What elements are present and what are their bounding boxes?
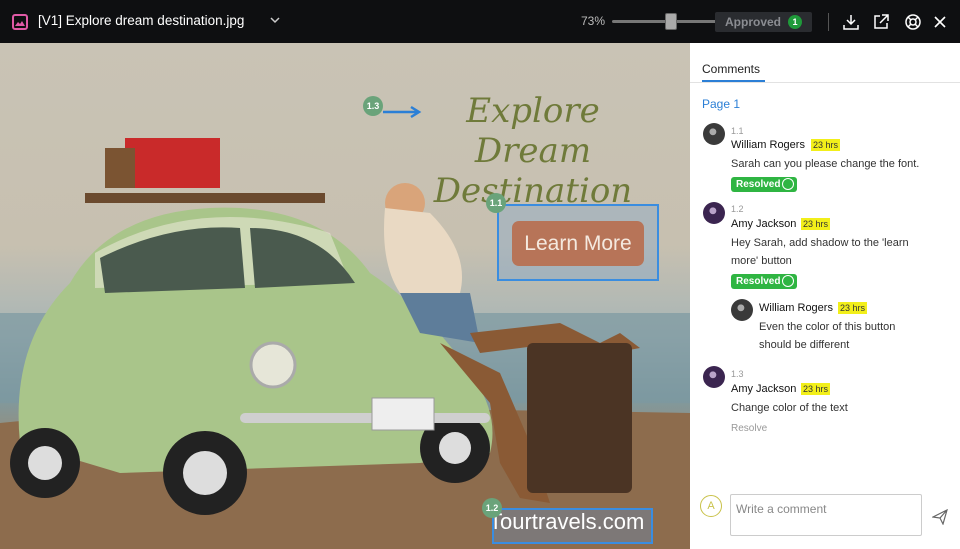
resolved-badge[interactable]: Resolved — [731, 274, 797, 289]
file-title[interactable]: [V1] Explore dream destination.jpg — [38, 13, 244, 28]
resolve-link[interactable]: Resolve — [731, 423, 767, 434]
check-circle-icon — [782, 275, 794, 287]
avatar — [703, 123, 725, 145]
status-label: Approved — [725, 15, 782, 29]
page-heading: Page 1 — [702, 97, 741, 111]
tab-comments[interactable]: Comments — [702, 62, 760, 76]
comment-author: Amy Jackson — [731, 383, 797, 395]
close-icon[interactable] — [931, 13, 949, 31]
comment-number: 1.3 — [731, 369, 744, 379]
comment-pin-1-3[interactable]: 1.3 — [363, 96, 383, 116]
comment-time: 23 hrs — [801, 383, 831, 395]
toolbar-divider — [828, 13, 829, 31]
canvas-headline: Explore Dream Destination — [433, 91, 633, 211]
comment-pin-1-2[interactable]: 1.2 — [482, 498, 502, 518]
avatar — [703, 366, 725, 388]
comment-number: 1.2 — [731, 204, 744, 214]
learn-more-design-button: Learn More — [512, 221, 644, 266]
image-preview[interactable]: Explore Dream Destination Learn More Tou… — [0, 43, 690, 549]
send-icon[interactable] — [931, 508, 948, 526]
current-user-avatar: A — [700, 495, 722, 517]
comment-time: 23 hrs — [801, 218, 831, 230]
avatar — [703, 202, 725, 224]
chevron-down-icon[interactable] — [268, 12, 282, 26]
comment-author: William Rogers — [731, 139, 805, 151]
comment-text: Change color of the text — [731, 402, 848, 414]
approval-status-button[interactable]: Approved 1 — [715, 12, 812, 32]
resolved-label: Resolved — [736, 276, 781, 287]
resolved-badge[interactable]: Resolved — [731, 177, 797, 192]
comment-text: Hey Sarah, add shadow to the 'learn more… — [731, 237, 909, 267]
tab-divider — [690, 82, 960, 83]
avatar — [731, 299, 753, 321]
reply-text: Even the color of this button should be … — [759, 321, 896, 351]
image-file-icon — [12, 14, 28, 30]
check-circle-icon — [782, 178, 794, 190]
pin-arrow-icon — [383, 104, 423, 123]
comment-text: Sarah can you please change the font. — [731, 158, 920, 170]
reply-time: 23 hrs — [838, 302, 868, 314]
website-text: Tourtravels.com — [489, 509, 645, 534]
reply-author: William Rogers — [759, 302, 833, 314]
comment-number: 1.1 — [731, 126, 744, 136]
comment-author: Amy Jackson — [731, 218, 797, 230]
status-count-badge: 1 — [788, 15, 802, 29]
zoom-slider-thumb[interactable] — [665, 13, 677, 30]
top-bar: [V1] Explore dream destination.jpg 73% A… — [0, 0, 960, 43]
open-external-icon[interactable] — [872, 13, 890, 31]
resolved-label: Resolved — [736, 179, 781, 190]
comment-time: 23 hrs — [811, 139, 841, 151]
zoom-level: 73% — [581, 14, 606, 28]
comment-pin-1-1[interactable]: 1.1 — [486, 193, 506, 213]
comment-input[interactable] — [730, 494, 922, 536]
download-icon[interactable] — [842, 13, 860, 31]
help-icon[interactable] — [904, 13, 922, 31]
comments-panel: Comments Page 1 1.1 William Rogers 23 hr… — [690, 43, 960, 549]
